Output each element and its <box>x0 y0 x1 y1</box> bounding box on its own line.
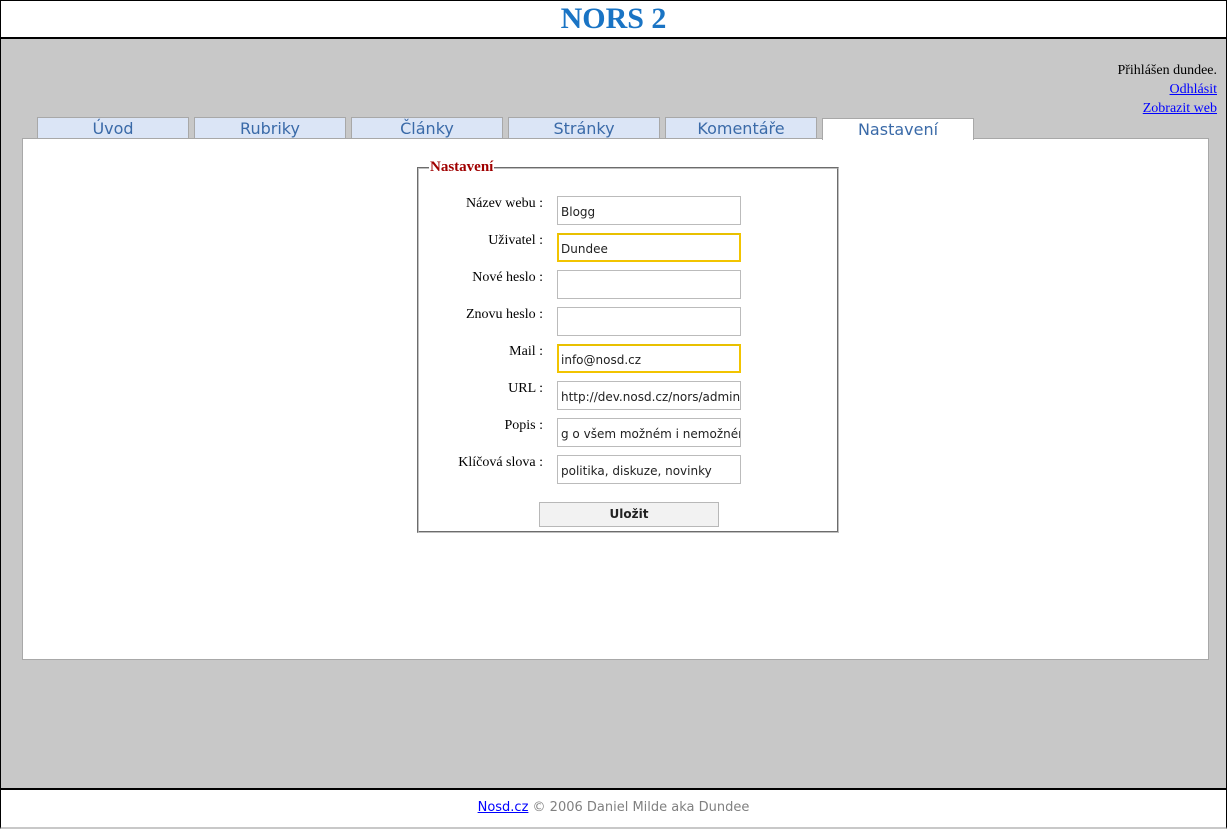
header: NORS 2 <box>0 0 1227 39</box>
footer: Nosd.cz © 2006 Daniel Milde aka Dundee <box>0 788 1227 829</box>
mail-input[interactable]: info@nosd.cz <box>557 344 741 373</box>
field-description: Popis : g o všem možném i nemožném <box>419 418 839 447</box>
main-area: Přihlášen dundee. Odhlásit Zobrazit web … <box>0 39 1227 788</box>
user-input[interactable]: Dundee <box>557 233 741 262</box>
field-user: Uživatel : Dundee <box>419 233 839 262</box>
tab-stranky[interactable]: Stránky <box>508 117 660 139</box>
keywords-input[interactable]: politika, diskuze, novinky <box>557 455 741 484</box>
tab-nastaveni[interactable]: Nastavení <box>822 118 974 140</box>
settings-legend: Nastavení <box>430 159 494 175</box>
field-site-name: Název webu : Blogg <box>419 196 839 225</box>
new-password-input[interactable] <box>557 270 741 299</box>
user-box: Přihlášen dundee. Odhlásit Zobrazit web <box>1117 61 1217 118</box>
field-url: URL : http://dev.nosd.cz/nors/admin <box>419 381 839 410</box>
site-title: NORS 2 <box>560 2 667 35</box>
field-label: Popis : <box>504 418 543 433</box>
field-label: URL : <box>508 381 543 396</box>
save-button[interactable]: Uložit <box>539 502 719 527</box>
settings-fieldset: Nastavení Název webu : Blogg Uživatel : … <box>417 159 839 533</box>
login-status: Přihlášen dundee. <box>1117 63 1217 78</box>
field-keywords: Klíčová slova : politika, diskuze, novin… <box>419 455 839 484</box>
field-label: Klíčová slova : <box>458 455 543 470</box>
tab-uvod[interactable]: Úvod <box>37 117 189 139</box>
logout-link[interactable]: Odhlásit <box>1117 80 1217 99</box>
field-label: Znovu heslo : <box>466 307 543 322</box>
description-input[interactable]: g o všem možném i nemožném <box>557 418 741 447</box>
field-label: Uživatel : <box>488 233 543 248</box>
tab-komentare[interactable]: Komentáře <box>665 117 817 139</box>
field-new-password: Nové heslo : <box>419 270 839 299</box>
nosd-link[interactable]: Nosd.cz <box>478 800 529 815</box>
tab-rubriky[interactable]: Rubriky <box>194 117 346 139</box>
field-mail: Mail : info@nosd.cz <box>419 344 839 373</box>
repeat-password-input[interactable] <box>557 307 741 336</box>
content-panel: Nastavení Název webu : Blogg Uživatel : … <box>22 138 1209 660</box>
field-label: Mail : <box>509 344 543 359</box>
copyright-text: © 2006 Daniel Milde aka Dundee <box>528 800 750 815</box>
tab-clanky[interactable]: Články <box>351 117 503 139</box>
url-input[interactable]: http://dev.nosd.cz/nors/admin <box>557 381 741 410</box>
site-name-input[interactable]: Blogg <box>557 196 741 225</box>
field-repeat-password: Znovu heslo : <box>419 307 839 336</box>
field-label: Nové heslo : <box>472 270 543 285</box>
view-site-link[interactable]: Zobrazit web <box>1117 99 1217 118</box>
field-label: Název webu : <box>466 196 543 211</box>
